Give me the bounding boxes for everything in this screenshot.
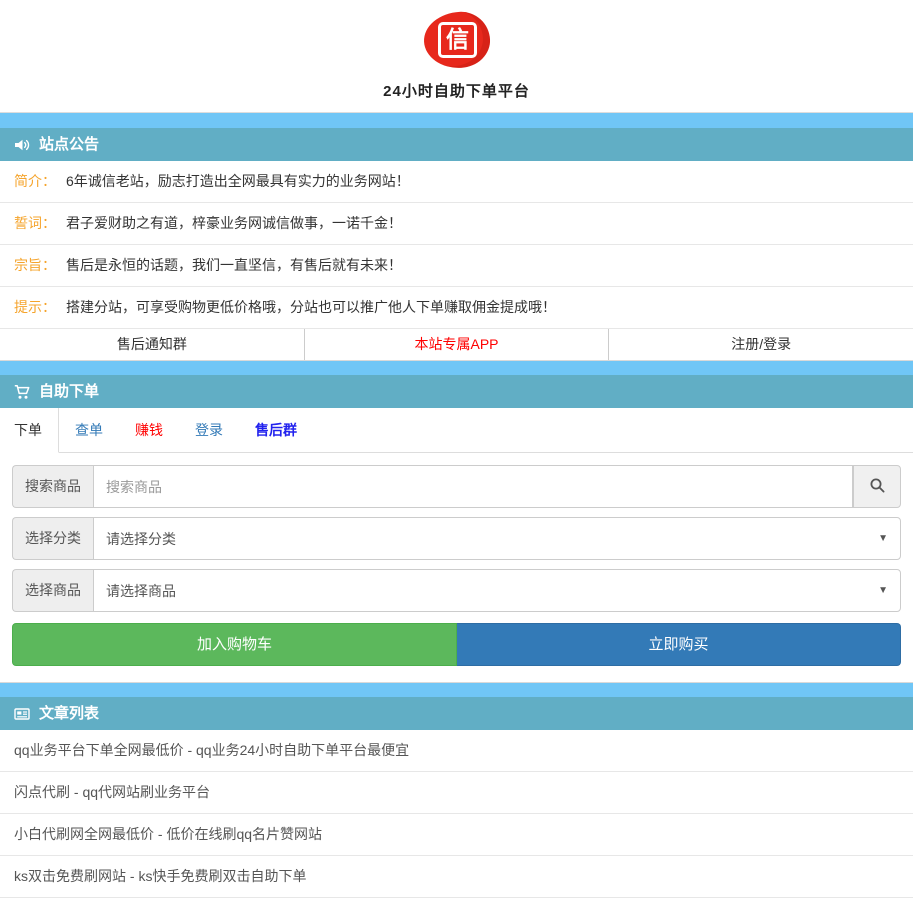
buy-now-button[interactable]: 立即购买: [457, 623, 901, 666]
logo-seal-character: 信: [437, 22, 476, 58]
announcement-label: 提示：: [14, 299, 56, 315]
category-label: 选择分类: [12, 517, 93, 560]
product-select[interactable]: 请选择商品 ▼: [93, 569, 901, 612]
article-link[interactable]: ks双击免费刷网站 - ks快手免费刷双击自助下单: [0, 856, 913, 898]
order-form: 搜索商品 选择分类 请选择分类 ▼ 选择商品 请选择商品: [0, 453, 913, 682]
announcement-row: 宗旨： 售后是永恒的话题，我们一直坚信，有售后就有未来！: [0, 245, 913, 287]
announcement-text: 售后是永恒的话题，我们一直坚信，有售后就有未来！: [66, 257, 402, 273]
tab-check-order[interactable]: 查单: [59, 408, 119, 452]
search-label: 搜索商品: [12, 465, 93, 508]
article-link[interactable]: 小白代刷网全网最低价 - 低价在线刷qq名片赞网站: [0, 814, 913, 856]
announcement-panel: 站点公告 简介： 6年诚信老站，励志打造出全网最具有实力的业务网站！ 誓词： 君子爱…: [0, 128, 913, 361]
chevron-down-icon: ▼: [878, 585, 888, 596]
tab-earn-money[interactable]: 赚钱: [119, 408, 179, 452]
search-row: 搜索商品: [12, 465, 901, 508]
chevron-down-icon: ▼: [878, 533, 888, 544]
product-row: 选择商品 请选择商品 ▼: [12, 569, 901, 612]
category-row: 选择分类 请选择分类 ▼: [12, 517, 901, 560]
announcement-label: 宗旨：: [14, 257, 56, 273]
announcement-label: 誓词：: [14, 215, 56, 231]
product-select-value: 请选择商品: [106, 581, 176, 601]
tab-order[interactable]: 下单: [0, 408, 59, 453]
article-link[interactable]: 闪点代刷 - qq代网站刷业务平台: [0, 772, 913, 814]
search-input[interactable]: [93, 465, 853, 508]
announcement-title: 站点公告: [39, 135, 99, 154]
order-heading: 自助下单: [0, 375, 913, 408]
announcement-heading: 站点公告: [0, 128, 913, 161]
announcement-text: 君子爱财助之有道，梓豪业务网诚信做事，一诺千金！: [66, 215, 402, 231]
action-buttons-row: 加入购物车 立即购买: [12, 623, 901, 666]
order-tabs: 下单 查单 赚钱 登录 售后群: [0, 408, 913, 453]
register-login-link[interactable]: 注册/登录: [608, 329, 913, 360]
site-header: 信 24小时自助下单平台: [0, 0, 913, 113]
order-title: 自助下单: [39, 382, 99, 401]
tab-aftersale-group[interactable]: 售后群: [239, 408, 313, 452]
newspaper-icon: [14, 706, 30, 722]
site-logo[interactable]: 信: [422, 10, 491, 69]
announcement-row: 提示： 搭建分站，可享受购物更低价格哦，分站也可以推广他人下单赚取佣金提成哦！: [0, 287, 913, 329]
quick-links-row: 售后通知群 本站专属APP 注册/登录: [0, 329, 913, 360]
article-link[interactable]: qq业务平台下单全网最低价 - qq业务24小时自助下单平台最便宜: [0, 730, 913, 772]
search-button[interactable]: [853, 465, 901, 508]
add-to-cart-button[interactable]: 加入购物车: [12, 623, 457, 666]
announcement-row: 誓词： 君子爱财助之有道，梓豪业务网诚信做事，一诺千金！: [0, 203, 913, 245]
articles-title: 文章列表: [39, 704, 99, 723]
articles-panel: 文章列表 qq业务平台下单全网最低价 - qq业务24小时自助下单平台最便宜 闪…: [0, 697, 913, 902]
product-label: 选择商品: [12, 569, 93, 612]
cart-icon: [14, 384, 30, 400]
site-app-link[interactable]: 本站专属APP: [304, 329, 609, 360]
announcement-text: 6年诚信老站，励志打造出全网最具有实力的业务网站！: [66, 173, 410, 189]
tab-login[interactable]: 登录: [179, 408, 239, 452]
aftersale-group-link[interactable]: 售后通知群: [0, 329, 304, 360]
announcement-text: 搭建分站，可享受购物更低价格哦，分站也可以推广他人下单赚取佣金提成哦！: [66, 299, 556, 315]
announcement-label: 简介：: [14, 173, 56, 189]
order-panel: 自助下单 下单 查单 赚钱 登录 售后群 搜索商品 选择分类 请选择分类: [0, 375, 913, 683]
site-title: 24小时自助下单平台: [0, 80, 913, 101]
category-select-value: 请选择分类: [106, 529, 176, 549]
announcement-row: 简介： 6年诚信老站，励志打造出全网最具有实力的业务网站！: [0, 161, 913, 203]
articles-heading: 文章列表: [0, 697, 913, 730]
speaker-icon: [14, 137, 30, 153]
search-icon: [869, 477, 886, 497]
category-select[interactable]: 请选择分类 ▼: [93, 517, 901, 560]
